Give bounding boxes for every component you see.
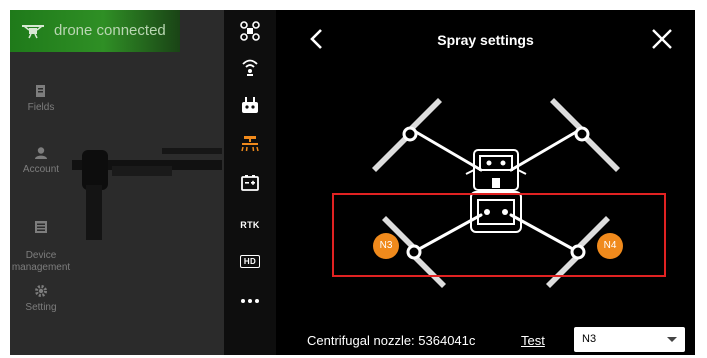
- rtk-label: RTK: [240, 220, 260, 230]
- rtk-button[interactable]: RTK: [236, 212, 264, 238]
- more-button[interactable]: [236, 288, 264, 314]
- test-button[interactable]: Test: [521, 333, 545, 348]
- spray-button[interactable]: [236, 130, 264, 156]
- drone-arm-image: [72, 148, 222, 240]
- nozzle-select-value: N3: [582, 333, 597, 345]
- spray-icon: [241, 136, 259, 152]
- sidebar-item-label: Fields: [27, 102, 55, 113]
- remote-controller-button[interactable]: [236, 92, 264, 118]
- fields-icon: [36, 85, 45, 97]
- aircraft-icon: [240, 21, 260, 41]
- nozzle-label: Centrifugal nozzle: 5364041c: [307, 333, 476, 348]
- sidebar-item-device-management[interactable]: Device management: [10, 208, 72, 274]
- drone-icon: [22, 25, 44, 39]
- hd-label: HD: [239, 254, 261, 268]
- hd-button[interactable]: HD: [236, 248, 264, 274]
- highlight-box: [332, 193, 666, 277]
- battery-icon: [241, 175, 259, 191]
- more-icon: [241, 299, 259, 303]
- vertical-toolbar: RTK HD: [224, 10, 276, 355]
- remote-controller-icon: [242, 97, 258, 113]
- close-button[interactable]: [649, 26, 675, 52]
- connection-status-bar: drone connected: [10, 10, 180, 52]
- account-icon: [35, 147, 47, 159]
- sidebar-item-fields[interactable]: Fields: [10, 84, 72, 114]
- sidebar-item-setting[interactable]: Setting: [10, 284, 72, 314]
- sidebar-item-label: Setting: [25, 302, 57, 313]
- connection-status-text: drone connected: [54, 22, 166, 39]
- page-title: Spray settings: [437, 32, 534, 48]
- device-icon: [35, 221, 47, 233]
- signal-button[interactable]: [236, 54, 264, 80]
- left-panel: drone connected Fields Account Device ma…: [10, 10, 224, 355]
- sidebar-item-label: Account: [22, 164, 60, 175]
- app-frame: drone connected Fields Account Device ma…: [10, 10, 695, 355]
- sidebar-item-label: Device management: [11, 250, 71, 273]
- spray-settings-panel: Spray settings N3 N4 Centrifugal nozzle:…: [276, 10, 695, 355]
- battery-button[interactable]: [236, 170, 264, 196]
- close-icon: [652, 29, 672, 49]
- sidebar-item-account[interactable]: Account: [10, 146, 72, 176]
- nozzle-select[interactable]: N3: [574, 327, 685, 352]
- chevron-down-icon: [667, 337, 677, 342]
- aircraft-button[interactable]: [236, 18, 264, 44]
- signal-icon: [242, 59, 258, 76]
- gear-icon: [35, 285, 47, 297]
